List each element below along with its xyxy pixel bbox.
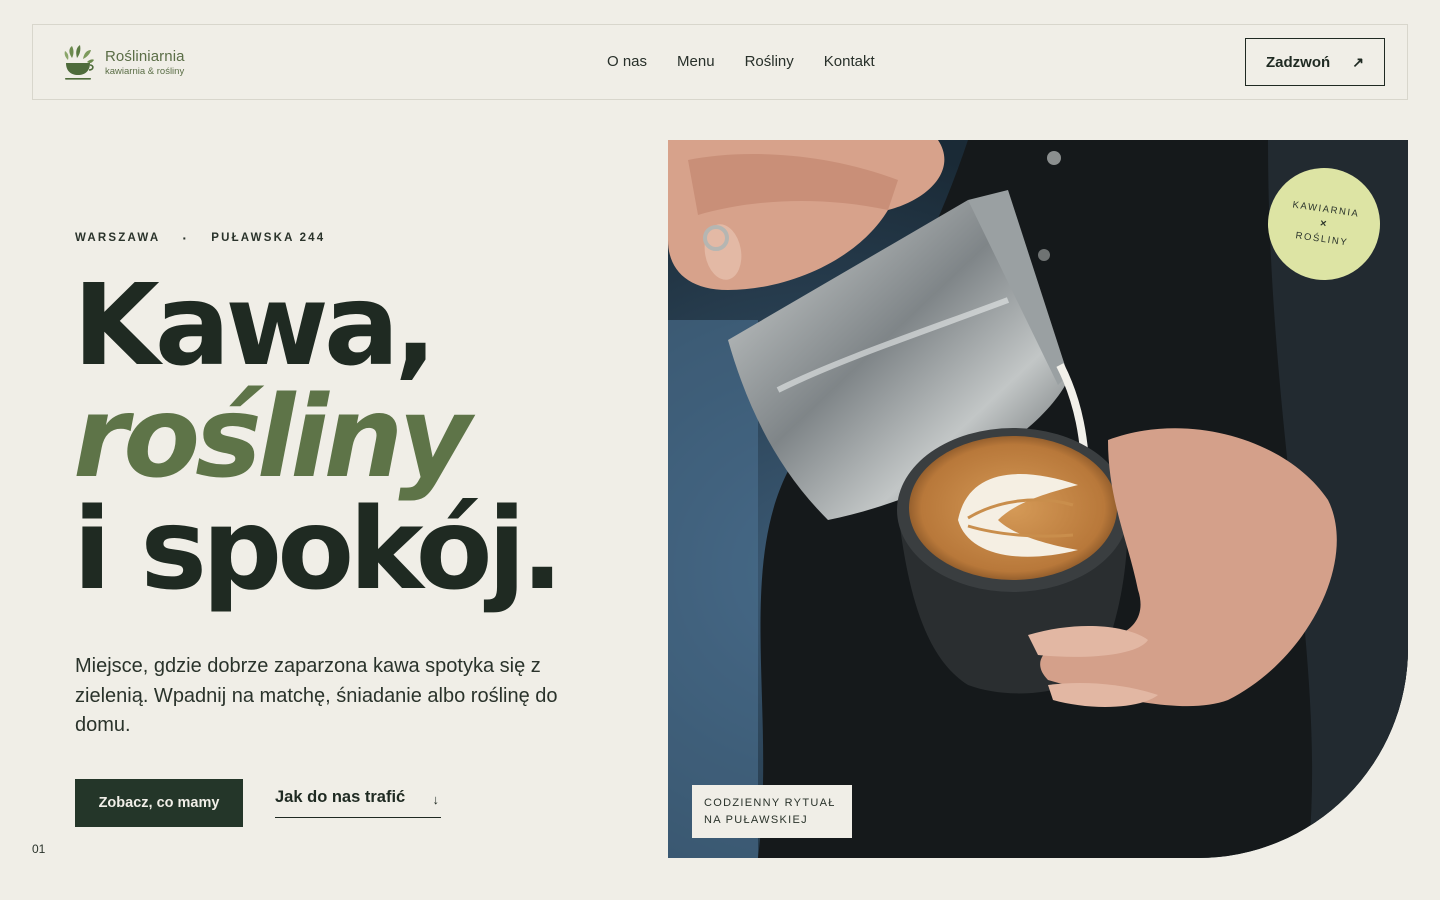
headline-line-3: i spokój. bbox=[73, 485, 564, 615]
call-button-label: Zadzwoń bbox=[1266, 53, 1331, 71]
brand-logo[interactable]: Rośliniarnia kawiarnia & rośliny bbox=[63, 44, 185, 82]
caption-line-1: CODZIENNY RYTUAŁ bbox=[704, 797, 836, 809]
location-city: WARSZAWA bbox=[75, 232, 161, 244]
nav-item-rosliny[interactable]: Rośliny bbox=[745, 53, 794, 70]
hero-headline: Kawa, rośliny i spokój. bbox=[73, 261, 564, 615]
see-offer-button[interactable]: Zobacz, co mamy bbox=[75, 779, 243, 827]
caption-line-2: NA PUŁAWSKIEJ bbox=[704, 814, 808, 826]
nav-item-o-nas[interactable]: O nas bbox=[607, 53, 647, 70]
separator-dot: · bbox=[182, 230, 190, 246]
arrow-down-icon: ↓ bbox=[432, 792, 440, 807]
nav-item-kontakt[interactable]: Kontakt bbox=[824, 53, 875, 70]
location-eyebrow: WARSZAWA · PUŁAWSKA 244 bbox=[75, 230, 325, 246]
badge-separator: × bbox=[1319, 217, 1329, 231]
directions-link[interactable]: Jak do nas trafić ↓ bbox=[275, 788, 441, 818]
headline-line-2: rośliny bbox=[73, 373, 471, 503]
site-header: Rośliniarnia kawiarnia & rośliny O nas M… bbox=[32, 24, 1408, 100]
main-nav: O nas Menu Rośliny Kontakt bbox=[607, 53, 875, 70]
directions-link-label: Jak do nas trafić bbox=[275, 788, 406, 806]
page-number: 01 bbox=[32, 842, 46, 856]
photo-caption: CODZIENNY RYTUAŁ NA PUŁAWSKIEJ bbox=[692, 785, 852, 838]
headline-line-1: Kawa, bbox=[73, 261, 437, 391]
badge-line-2: ROŚLINY bbox=[1294, 229, 1349, 248]
cup-with-leaves-icon bbox=[64, 45, 94, 80]
location-street: PUŁAWSKA 244 bbox=[211, 232, 326, 244]
arrow-up-right-icon: ↗ bbox=[1352, 53, 1364, 70]
call-button[interactable]: Zadzwoń ↗ bbox=[1245, 38, 1385, 86]
hero-lede: Miejsce, gdzie dobrze zaparzona kawa spo… bbox=[75, 655, 558, 736]
nav-item-menu[interactable]: Menu bbox=[677, 53, 715, 70]
brand-name: Rośliniarnia bbox=[105, 48, 185, 66]
brand-tagline: kawiarnia & rośliny bbox=[105, 66, 185, 78]
